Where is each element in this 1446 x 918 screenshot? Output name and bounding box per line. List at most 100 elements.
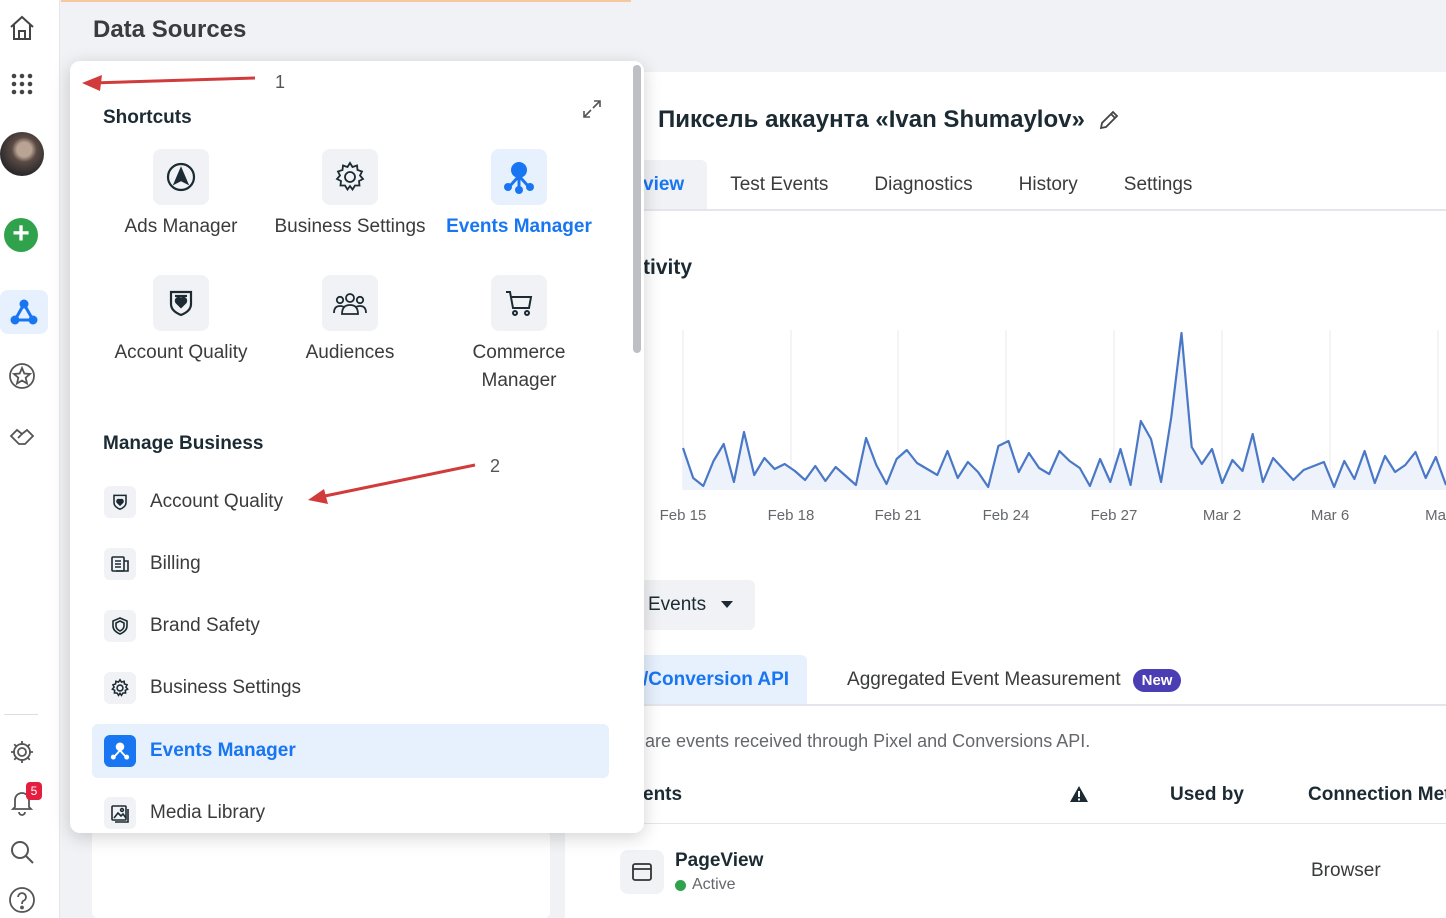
background-card: [92, 830, 550, 918]
events-description: are events received through Pixel and Co…: [645, 731, 1091, 751]
warning-icon: [1070, 786, 1088, 802]
table-row[interactable]: PageView Active Browser: [620, 844, 1446, 918]
search-icon[interactable]: [0, 830, 44, 874]
tab-history[interactable]: History: [996, 160, 1101, 210]
shortcut-label: Account Quality: [114, 342, 248, 363]
shortcut-business-settings[interactable]: Business Settings: [265, 149, 435, 241]
pixel-title: Пиксель аккаунта «Ivan Shumaylov»: [658, 106, 1121, 134]
subtab-aem-label: Aggregated Event Measurement: [847, 669, 1121, 690]
annotation-number-2: 2: [490, 456, 501, 476]
activity-title: tivity: [643, 256, 693, 279]
shortcut-label: Audiences: [305, 342, 395, 363]
subtab-aggregated-event-measurement[interactable]: Aggregated Event Measurement New: [835, 655, 1193, 705]
manage-item-label: Events Manager: [150, 740, 296, 761]
shortcut-commerce-manager[interactable]: Commerce Manager: [434, 275, 604, 395]
events-manager-icon[interactable]: [0, 290, 48, 334]
pixel-tabs: view Test Events Diagnostics History Set…: [625, 160, 1215, 210]
chart-tick-label: Feb 15: [660, 507, 707, 522]
brand-safety-icon: [104, 610, 136, 642]
top-accent-line: [61, 0, 631, 2]
pencil-icon[interactable]: [1097, 108, 1121, 132]
chart-tick-label: Feb 21: [875, 507, 922, 522]
handshake-icon[interactable]: [0, 414, 44, 458]
events-manager-icon: [491, 149, 547, 205]
page-title: Data Sources: [93, 16, 247, 43]
tab-settings[interactable]: Settings: [1101, 160, 1216, 210]
manage-item-label: Billing: [150, 553, 201, 574]
cart-icon: [491, 275, 547, 331]
audiences-icon: [322, 275, 378, 331]
column-connection-method[interactable]: Connection Met: [1308, 784, 1446, 806]
notification-badge: 5: [26, 782, 42, 800]
events-dropdown-label: Events: [648, 594, 707, 615]
chart-tick-label: Feb 24: [983, 507, 1030, 522]
table-header: ents Used by Connection Met: [635, 766, 1446, 824]
expand-icon[interactable]: [580, 97, 604, 121]
chart-tick-label: Feb 18: [768, 507, 815, 522]
column-events[interactable]: ents: [643, 784, 682, 806]
manage-item-account-quality[interactable]: Account Quality: [92, 475, 609, 529]
annotation-arrow-1: [91, 76, 256, 85]
subtabs-divider: [635, 704, 1446, 706]
subtab-conversion-api[interactable]: /Conversion API: [635, 655, 808, 705]
events-manager-icon: [104, 735, 136, 767]
events-dropdown[interactable]: Events: [635, 580, 755, 630]
gear-icon: [104, 672, 136, 704]
rail-divider: [4, 714, 38, 715]
chart-area: [683, 333, 1446, 490]
chart-tick-label: Mar: [1425, 507, 1446, 522]
avatar[interactable]: [0, 132, 44, 176]
shortcut-label: Commerce Manager: [472, 342, 566, 391]
shortcut-label: Business Settings: [274, 216, 426, 237]
event-status-label: Active: [692, 876, 736, 893]
tab-test-events[interactable]: Test Events: [707, 160, 851, 210]
business-tools-popover: 1 2 Shortcuts Ads Manager Business Setti…: [70, 61, 644, 833]
event-subtabs: /Conversion API Aggregated Event Measure…: [635, 655, 1193, 705]
manage-item-label: Business Settings: [150, 677, 302, 698]
manage-item-label: Brand Safety: [150, 615, 260, 636]
tab-diagnostics[interactable]: Diagnostics: [851, 160, 995, 210]
pixel-title-text: Пиксель аккаунта «Ivan Shumaylov»: [658, 106, 1085, 133]
annotation-arrow-1-head: [82, 75, 102, 91]
gear-icon: [322, 149, 378, 205]
browser-icon: [620, 850, 664, 894]
manage-business-title: Manage Business: [103, 433, 264, 454]
ads-manager-icon: [153, 149, 209, 205]
chart-tick-label: Feb 27: [1091, 507, 1138, 522]
shield-heart-icon: [104, 486, 136, 518]
manage-item-label: Media Library: [150, 802, 266, 823]
main-panel: Пиксель аккаунта «Ivan Shumaylov» view T…: [565, 72, 1446, 918]
active-dot: [675, 879, 686, 891]
add-icon[interactable]: +: [4, 218, 38, 252]
media-library-icon: [104, 797, 136, 829]
shield-heart-icon: [153, 275, 209, 331]
manage-item-business-settings[interactable]: Business Settings: [92, 661, 609, 715]
event-name: PageView: [675, 850, 764, 871]
caret-down-icon: [721, 601, 734, 608]
shortcut-account-quality[interactable]: Account Quality: [96, 275, 266, 367]
help-icon[interactable]: [0, 878, 44, 918]
top-bar: Data Sources: [61, 0, 1446, 60]
tabs-divider: [625, 209, 1446, 211]
shortcut-audiences[interactable]: Audiences: [265, 275, 435, 367]
chart-tick-label: Mar 2: [1203, 507, 1241, 522]
shortcut-ads-manager[interactable]: Ads Manager: [96, 149, 266, 241]
star-icon[interactable]: [0, 354, 44, 398]
connection-method: Browser: [1311, 860, 1381, 881]
shortcuts-title: Shortcuts: [103, 107, 192, 128]
chart-tick-label: Mar 6: [1311, 507, 1349, 522]
billing-icon: [104, 548, 136, 580]
manage-item-label: Account Quality: [150, 491, 284, 512]
activity-chart: Feb 15 Feb 18 Feb 21 Feb 24 Feb 27 Mar 2 Mar 6…: [660, 330, 1446, 522]
manage-item-media-library[interactable]: Media Library: [92, 786, 609, 833]
column-used-by[interactable]: Used by: [1170, 784, 1244, 806]
manage-item-brand-safety[interactable]: Brand Safety: [92, 599, 609, 653]
manage-item-billing[interactable]: Billing: [92, 537, 609, 591]
shortcut-events-manager[interactable]: Events Manager: [434, 149, 604, 241]
home-icon[interactable]: [0, 6, 44, 50]
shortcut-label: Ads Manager: [124, 216, 238, 237]
apps-grid-icon[interactable]: [0, 62, 44, 106]
new-badge: New: [1132, 668, 1182, 692]
manage-item-events-manager[interactable]: Events Manager: [92, 724, 609, 778]
settings-icon[interactable]: [0, 730, 44, 774]
